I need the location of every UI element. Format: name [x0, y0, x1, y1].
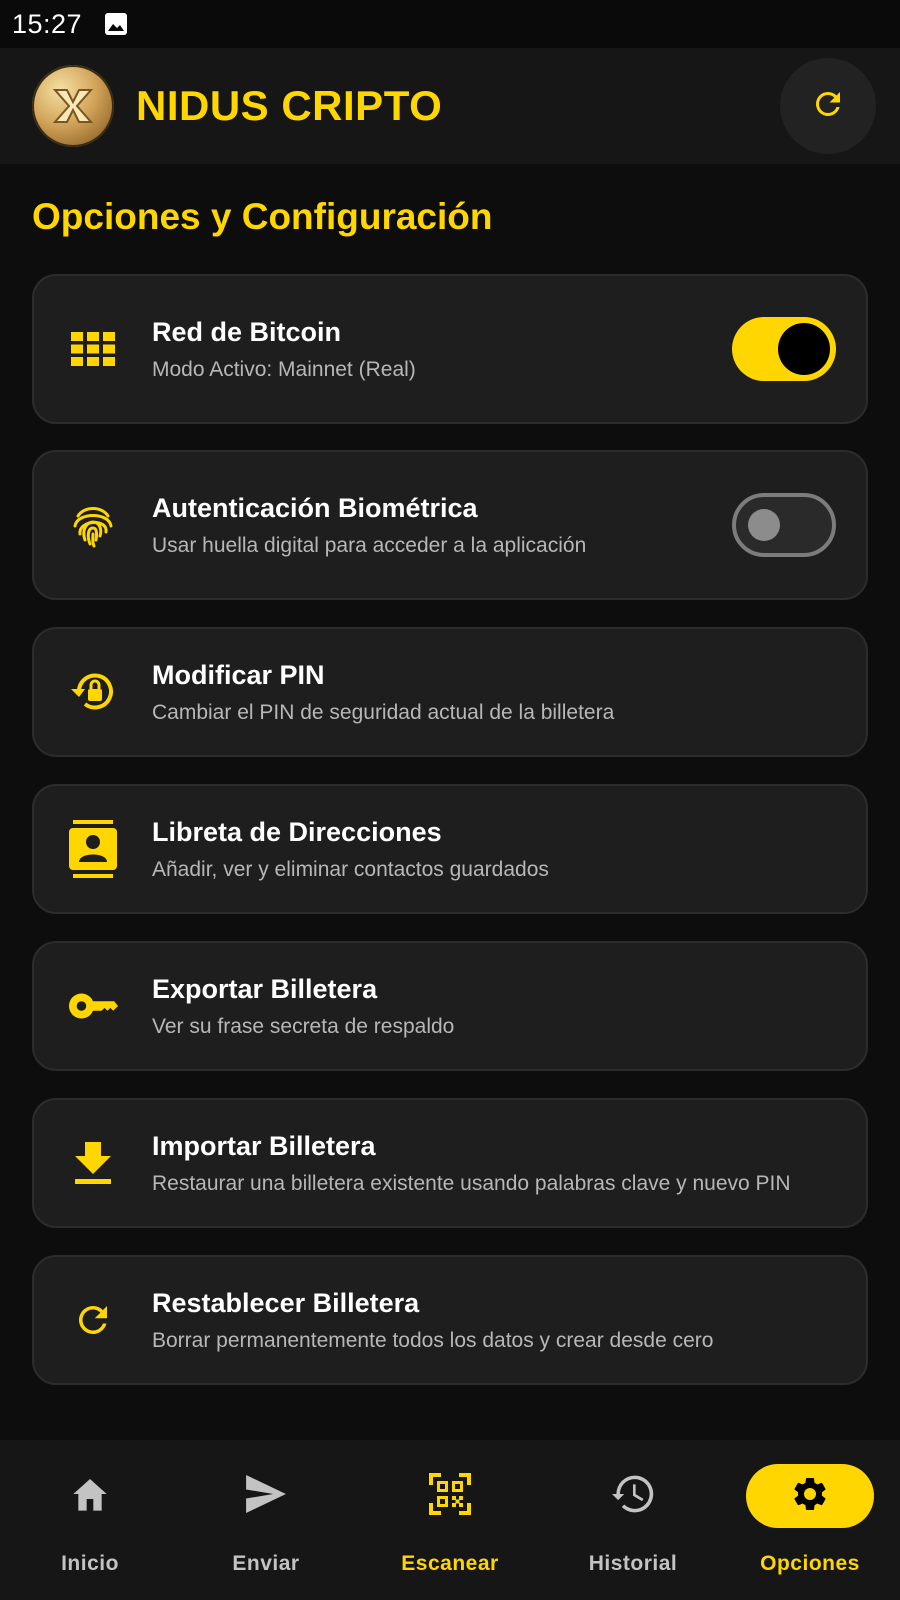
- nav-label: Inicio: [61, 1552, 119, 1575]
- setting-title: Importar Billetera: [152, 1130, 376, 1161]
- setting-text: Libreta de Direcciones Añadir, ver y eli…: [152, 817, 549, 882]
- setting-address-book[interactable]: Libreta de Direcciones Añadir, ver y eli…: [32, 784, 868, 914]
- setting-text: Restablecer Billetera Borrar permanentem…: [152, 1288, 713, 1353]
- reset-icon: [68, 1295, 118, 1345]
- nav-label: Enviar: [232, 1552, 300, 1575]
- nav-item-enviar[interactable]: Enviar: [176, 1440, 356, 1600]
- toggle-knob: [778, 323, 830, 375]
- setting-title: Libreta de Direcciones: [152, 816, 442, 847]
- toggle-knob: [748, 509, 780, 541]
- nav-item-opciones[interactable]: Opciones: [720, 1440, 900, 1600]
- bottom-nav: Inicio Enviar Escanear Historial Opcione…: [0, 1440, 900, 1600]
- setting-text: Red de Bitcoin Modo Activo: Mainnet (Rea…: [152, 317, 416, 382]
- fingerprint-icon: [68, 500, 118, 550]
- setting-import-wallet[interactable]: Importar Billetera Restaurar una billete…: [32, 1098, 868, 1228]
- app-logo: [32, 65, 114, 147]
- setting-subtitle: Ver su frase secreta de respaldo: [152, 1014, 455, 1038]
- setting-modify-pin[interactable]: Modificar PIN Cambiar el PIN de segurida…: [32, 627, 868, 757]
- bitcoin-network-toggle[interactable]: [732, 317, 836, 381]
- nav-label: Opciones: [760, 1552, 860, 1575]
- grid-icon: [68, 324, 118, 374]
- download-icon: [68, 1138, 118, 1188]
- setting-title: Restablecer Billetera: [152, 1287, 420, 1318]
- lock-reset-icon: [68, 667, 118, 717]
- setting-biometric-auth[interactable]: Autenticación Biométrica Usar huella dig…: [32, 450, 868, 600]
- status-time: 15:27: [12, 8, 83, 39]
- setting-text: Exportar Billetera Ver su frase secreta …: [152, 974, 454, 1039]
- nav-label: Historial: [588, 1552, 678, 1575]
- nav-item-historial[interactable]: Historial: [543, 1440, 723, 1600]
- gear-icon: [790, 1474, 830, 1519]
- setting-title: Modificar PIN: [152, 659, 325, 690]
- send-icon: [244, 1474, 288, 1518]
- setting-subtitle: Modo Activo: Mainnet (Real): [152, 357, 416, 381]
- nav-icon-container: [569, 1464, 697, 1528]
- nav-active-pill: [746, 1464, 874, 1528]
- setting-title: Red de Bitcoin: [152, 316, 342, 347]
- app-header: NIDUS CRIPTO: [0, 48, 900, 164]
- qr-scan-icon: [429, 1472, 471, 1520]
- key-icon: [68, 981, 118, 1031]
- setting-text: Autenticación Biométrica Usar huella dig…: [152, 493, 586, 558]
- setting-reset-wallet[interactable]: Restablecer Billetera Borrar permanentem…: [32, 1255, 868, 1385]
- nav-item-inicio[interactable]: Inicio: [0, 1440, 180, 1600]
- setting-subtitle: Usar huella digital para acceder a la ap…: [152, 533, 587, 557]
- home-icon: [70, 1475, 110, 1518]
- setting-title: Exportar Billetera: [152, 973, 378, 1004]
- nav-item-escanear[interactable]: Escanear: [360, 1440, 540, 1600]
- image-icon: [104, 11, 130, 37]
- setting-subtitle: Cambiar el PIN de seguridad actual de la…: [152, 700, 615, 724]
- status-bar: 15:27: [0, 0, 900, 48]
- nav-icon-container: [26, 1464, 154, 1528]
- setting-export-wallet[interactable]: Exportar Billetera Ver su frase secreta …: [32, 941, 868, 1071]
- setting-title: Autenticación Biométrica: [152, 492, 478, 523]
- refresh-icon: [810, 86, 846, 127]
- setting-text: Importar Billetera Restaurar una billete…: [152, 1131, 791, 1196]
- nav-icon-container: [202, 1464, 330, 1528]
- history-icon: [612, 1475, 654, 1518]
- setting-subtitle: Borrar permanentemente todos los datos y…: [152, 1328, 714, 1352]
- nav-icon-container: [386, 1464, 514, 1528]
- biometric-toggle[interactable]: [732, 493, 836, 557]
- setting-bitcoin-network[interactable]: Red de Bitcoin Modo Activo: Mainnet (Rea…: [32, 274, 868, 424]
- app-title: NIDUS CRIPTO: [136, 82, 443, 129]
- nav-label: Escanear: [401, 1552, 499, 1575]
- setting-subtitle: Restaurar una billetera existente usando…: [152, 1171, 791, 1195]
- setting-subtitle: Añadir, ver y eliminar contactos guardad…: [152, 857, 549, 881]
- setting-text: Modificar PIN Cambiar el PIN de segurida…: [152, 660, 614, 725]
- page-title: Opciones y Configuración: [32, 196, 493, 237]
- contacts-icon: [68, 820, 118, 878]
- refresh-button[interactable]: [780, 58, 876, 154]
